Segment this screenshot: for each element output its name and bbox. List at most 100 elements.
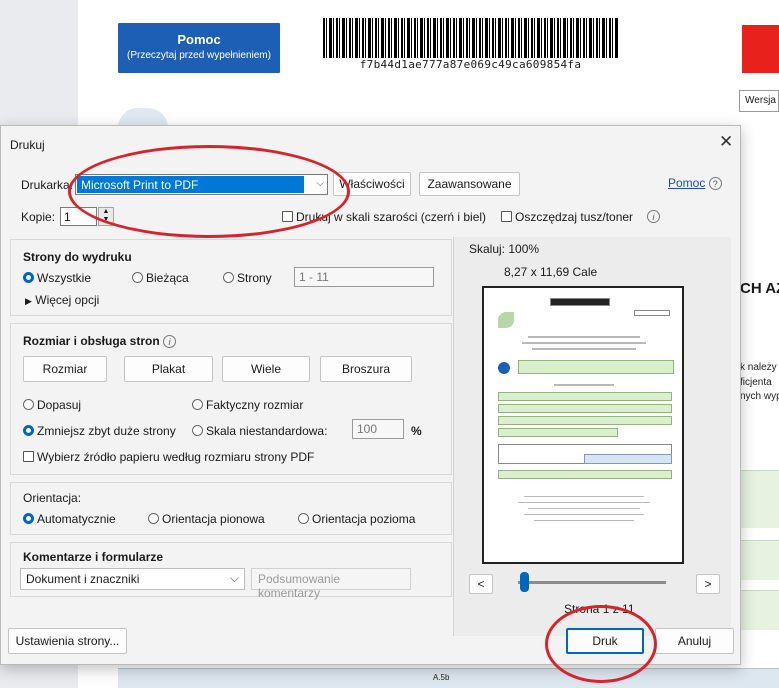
copies-label: Kopie: [21,210,56,224]
document-text-fragment: nych wyp [740,391,779,402]
preview-text-line [518,502,650,503]
help-link-group[interactable]: Pomoc ? [668,176,722,190]
radio-current-label: Bieżąca [146,271,189,285]
summarize-comments-button[interactable]: Podsumowanie komentarzy [251,568,411,600]
info-icon[interactable]: i [647,209,660,223]
size-button[interactable]: Rozmiar [23,356,107,382]
comments-select[interactable]: Dokument i znaczniki ⌵ [20,568,245,590]
print-button[interactable]: Druk [566,628,644,654]
save-ink-checkbox[interactable] [501,211,512,222]
version-field: Wersja [739,90,779,112]
radio-icon[interactable] [148,513,159,524]
save-ink-label: Oszczędzaj tusz/toner [515,210,634,224]
document-text-fragment: ficjenta [740,377,772,388]
prev-page-button[interactable]: < [469,574,493,594]
radio-icon[interactable] [192,399,203,410]
radio-shrink[interactable]: Zmniejsz zbyt duże strony [23,424,176,438]
radio-icon[interactable] [223,272,234,283]
custom-scale-input[interactable]: 100 [352,419,404,439]
comments-selected-value: Dokument i znaczniki [26,572,140,586]
more-options-label: Więcej opcji [35,293,100,307]
multiple-button[interactable]: Wiele [222,356,310,382]
preview-info-icon [498,362,510,374]
footer-label: A.5b [433,673,450,682]
radio-actual-size[interactable]: Faktyczny rozmiar [192,398,303,412]
page-range-input[interactable]: 1 - 11 [294,267,434,287]
radio-actual-label: Faktyczny rozmiar [206,398,304,412]
next-page-button[interactable]: > [696,574,720,594]
help-icon[interactable]: ? [708,177,722,190]
paper-source-checkbox[interactable] [23,451,34,462]
help-link[interactable]: Pomoc [668,176,705,190]
preview-form-row [498,470,672,479]
preview-text-line [534,520,634,521]
grayscale-checkbox[interactable] [282,211,293,222]
close-icon[interactable]: ✕ [719,132,733,152]
page-preview [482,286,684,564]
radio-icon[interactable] [192,425,203,436]
copies-stepper[interactable]: ▲ ▼ [98,207,114,226]
page-slider-handle[interactable] [520,572,529,592]
grayscale-option[interactable]: Drukuj w skali szarości (czerń i biel) [282,210,486,224]
dialog-title: Drukuj [10,138,45,152]
grayscale-label: Drukuj w skali szarości (czerń i biel) [296,210,487,224]
help-banner[interactable]: Pomoc (Przeczytaj przed wypełnieniem) [118,23,280,73]
radio-selected-icon[interactable] [23,513,34,524]
help-banner-title: Pomoc [177,32,221,47]
document-heading-fragment: CH AZ [740,280,779,297]
preview-text-line [528,508,640,509]
radio-page-range[interactable]: Strony [223,271,272,285]
booklet-button[interactable]: Broszura [320,356,412,382]
more-options-toggle[interactable]: ▶ Więcej opcji [25,293,99,307]
radio-all-pages[interactable]: Wszystkie [23,271,91,285]
radio-selected-icon[interactable] [23,425,34,436]
page-sizing-section: Rozmiar i obsługa stron i Rozmiar Plakat… [10,323,452,475]
printer-label: Drukarka: [21,178,74,192]
preview-form-row [498,416,672,425]
radio-fit-label: Dopasuj [37,398,82,412]
triangle-right-icon: ▶ [25,296,32,306]
radio-current-page[interactable]: Bieżąca [132,271,189,285]
percent-label: % [411,424,422,438]
preview-text-line [554,384,614,386]
radio-orientation-auto[interactable]: Automatycznie [23,512,116,526]
info-icon[interactable]: i [163,335,177,348]
cancel-button[interactable]: Anuluj [655,628,734,654]
chevron-down-icon: ⌵ [316,178,324,189]
page-slider-track[interactable] [518,581,666,584]
preview-text-line [524,496,644,497]
paper-source-option[interactable]: Wybierz źródło papieru według rozmiaru s… [23,450,314,464]
radio-icon[interactable] [298,513,309,524]
radio-icon[interactable] [23,399,34,410]
document-footer-strip: A.5b [118,668,779,688]
preview-table-cell [584,454,672,464]
advanced-button[interactable]: Zaawansowane [419,172,520,196]
copies-input[interactable]: 1 [60,207,97,226]
orientation-auto-label: Automatycznie [37,512,116,526]
page-indicator: Strona 1 z 11 [564,602,635,616]
preview-text-line [528,336,640,338]
properties-button[interactable]: Właściwości [333,172,411,196]
radio-orientation-portrait[interactable]: Orientacja pionowa [148,512,265,526]
page-setup-button[interactable]: Ustawienia strony... [8,628,127,654]
radio-pages-label: Strony [237,271,272,285]
radio-selected-icon[interactable] [23,272,34,283]
orientation-portrait-label: Orientacja pionowa [162,512,265,526]
preview-scale: Skaluj: 100% [469,242,540,256]
document-text-fragment: k należy [740,362,777,373]
preview-field [634,310,670,316]
printer-selected-value: Microsoft Print to PDF [77,176,304,193]
radio-orientation-landscape[interactable]: Orientacja pozioma [298,512,415,526]
comments-section: Komentarze i formularze Dokument i znacz… [10,542,452,600]
radio-fit[interactable]: Dopasuj [23,398,81,412]
radio-custom-scale[interactable]: Skala niestandardowa: [192,424,327,438]
preview-text-line [522,342,646,344]
preview-text-line [532,348,636,350]
poster-button[interactable]: Plakat [124,356,213,382]
printer-select[interactable]: Microsoft Print to PDF ⌵ [75,174,328,195]
radio-icon[interactable] [132,272,143,283]
barcode-lines [323,18,618,58]
save-ink-option[interactable]: Oszczędzaj tusz/toner [501,210,633,224]
radio-all-label: Wszystkie [37,271,91,285]
chevron-down-icon: ⌵ [229,571,239,585]
